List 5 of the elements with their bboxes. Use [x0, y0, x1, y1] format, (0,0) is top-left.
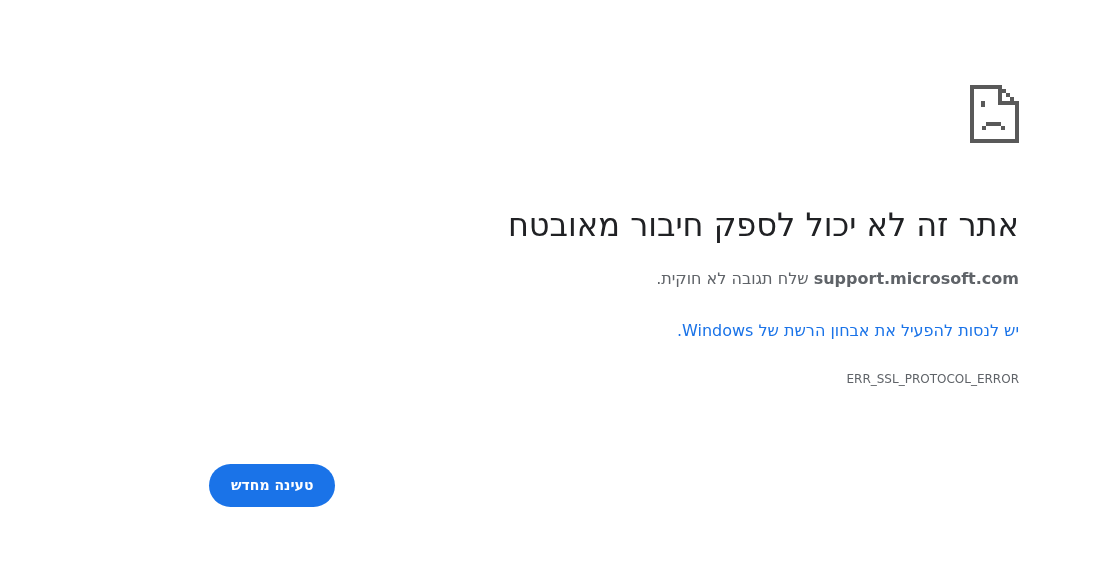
error-title: אתר זה לא יכול לספק חיבור מאובטח	[506, 205, 1019, 245]
error-code: ERR_SSL_PROTOCOL_ERROR	[845, 371, 1019, 387]
diagnostics-link[interactable]: יש לנסות להפעיל את אבחון הרשת של Windows.	[676, 321, 1019, 340]
reload-button[interactable]: טעינה מחדש	[209, 464, 336, 507]
sad-page-icon	[970, 85, 1019, 143]
